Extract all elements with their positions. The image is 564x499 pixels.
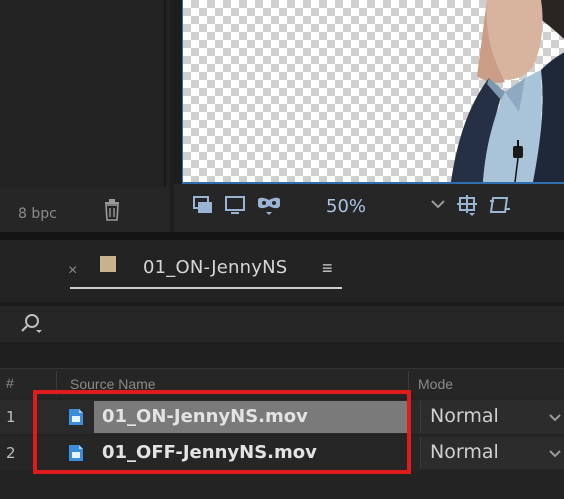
chevron-down-icon[interactable] xyxy=(548,446,562,460)
bit-depth-button[interactable]: 8 bpc xyxy=(18,206,57,222)
zoom-level[interactable]: 50% xyxy=(326,196,366,217)
snapshot-icon[interactable] xyxy=(192,194,214,216)
layer-name[interactable]: 01_ON-JennyNS.mov xyxy=(102,406,308,427)
trash-icon[interactable] xyxy=(103,199,121,221)
footage-file-icon xyxy=(69,409,83,425)
column-divider[interactable] xyxy=(408,371,409,395)
after-effects-window: 8 bpc 50% × 01_ON-JennyNS ≡ # Source Nam… xyxy=(0,0,564,499)
project-list-area[interactable] xyxy=(0,0,166,186)
layer-number: 1 xyxy=(6,408,16,426)
column-mode-header[interactable]: Mode xyxy=(418,376,453,392)
column-source-name-header[interactable]: Source Name xyxy=(70,376,156,392)
panel-menu-icon[interactable]: ≡ xyxy=(322,258,333,279)
region-of-interest-icon[interactable] xyxy=(456,194,478,216)
layer-column-header: # Source Name Mode xyxy=(0,368,564,397)
monitor-icon[interactable] xyxy=(224,194,246,216)
composition-canvas[interactable] xyxy=(182,0,564,184)
layer-mode-value[interactable]: Normal xyxy=(430,441,499,463)
column-divider[interactable] xyxy=(56,371,57,395)
search-icon[interactable] xyxy=(18,312,44,336)
active-tab-indicator xyxy=(70,287,342,289)
timeline-panel: × 01_ON-JennyNS ≡ # Source Name Mode 1 0… xyxy=(0,240,564,499)
composition-color-swatch xyxy=(100,256,116,272)
layer-name[interactable]: 01_OFF-JennyNS.mov xyxy=(102,442,317,463)
footage-file-icon xyxy=(69,445,83,461)
panel-separator[interactable] xyxy=(0,232,564,240)
subject-image xyxy=(451,0,564,182)
timeline-search-row xyxy=(0,306,564,342)
timeline-toolbar-spacer xyxy=(0,342,564,368)
chevron-down-icon[interactable] xyxy=(548,410,562,424)
composition-viewer: 50% xyxy=(174,0,564,232)
layer-mode-value[interactable]: Normal xyxy=(430,405,499,427)
tab-composition-title[interactable]: 01_ON-JennyNS xyxy=(143,257,287,278)
project-panel xyxy=(0,0,170,232)
layer-row[interactable]: 2 01_OFF-JennyNS.mov Normal xyxy=(0,436,564,470)
column-number-header[interactable]: # xyxy=(6,375,14,391)
layer-row[interactable]: 1 01_ON-JennyNS.mov Normal xyxy=(0,400,564,434)
chevron-down-icon[interactable] xyxy=(430,196,446,212)
tab-close-button[interactable]: × xyxy=(68,262,77,280)
mask-icon[interactable] xyxy=(256,194,282,216)
transparency-grid-icon[interactable] xyxy=(488,194,510,216)
layer-number: 2 xyxy=(6,444,16,462)
